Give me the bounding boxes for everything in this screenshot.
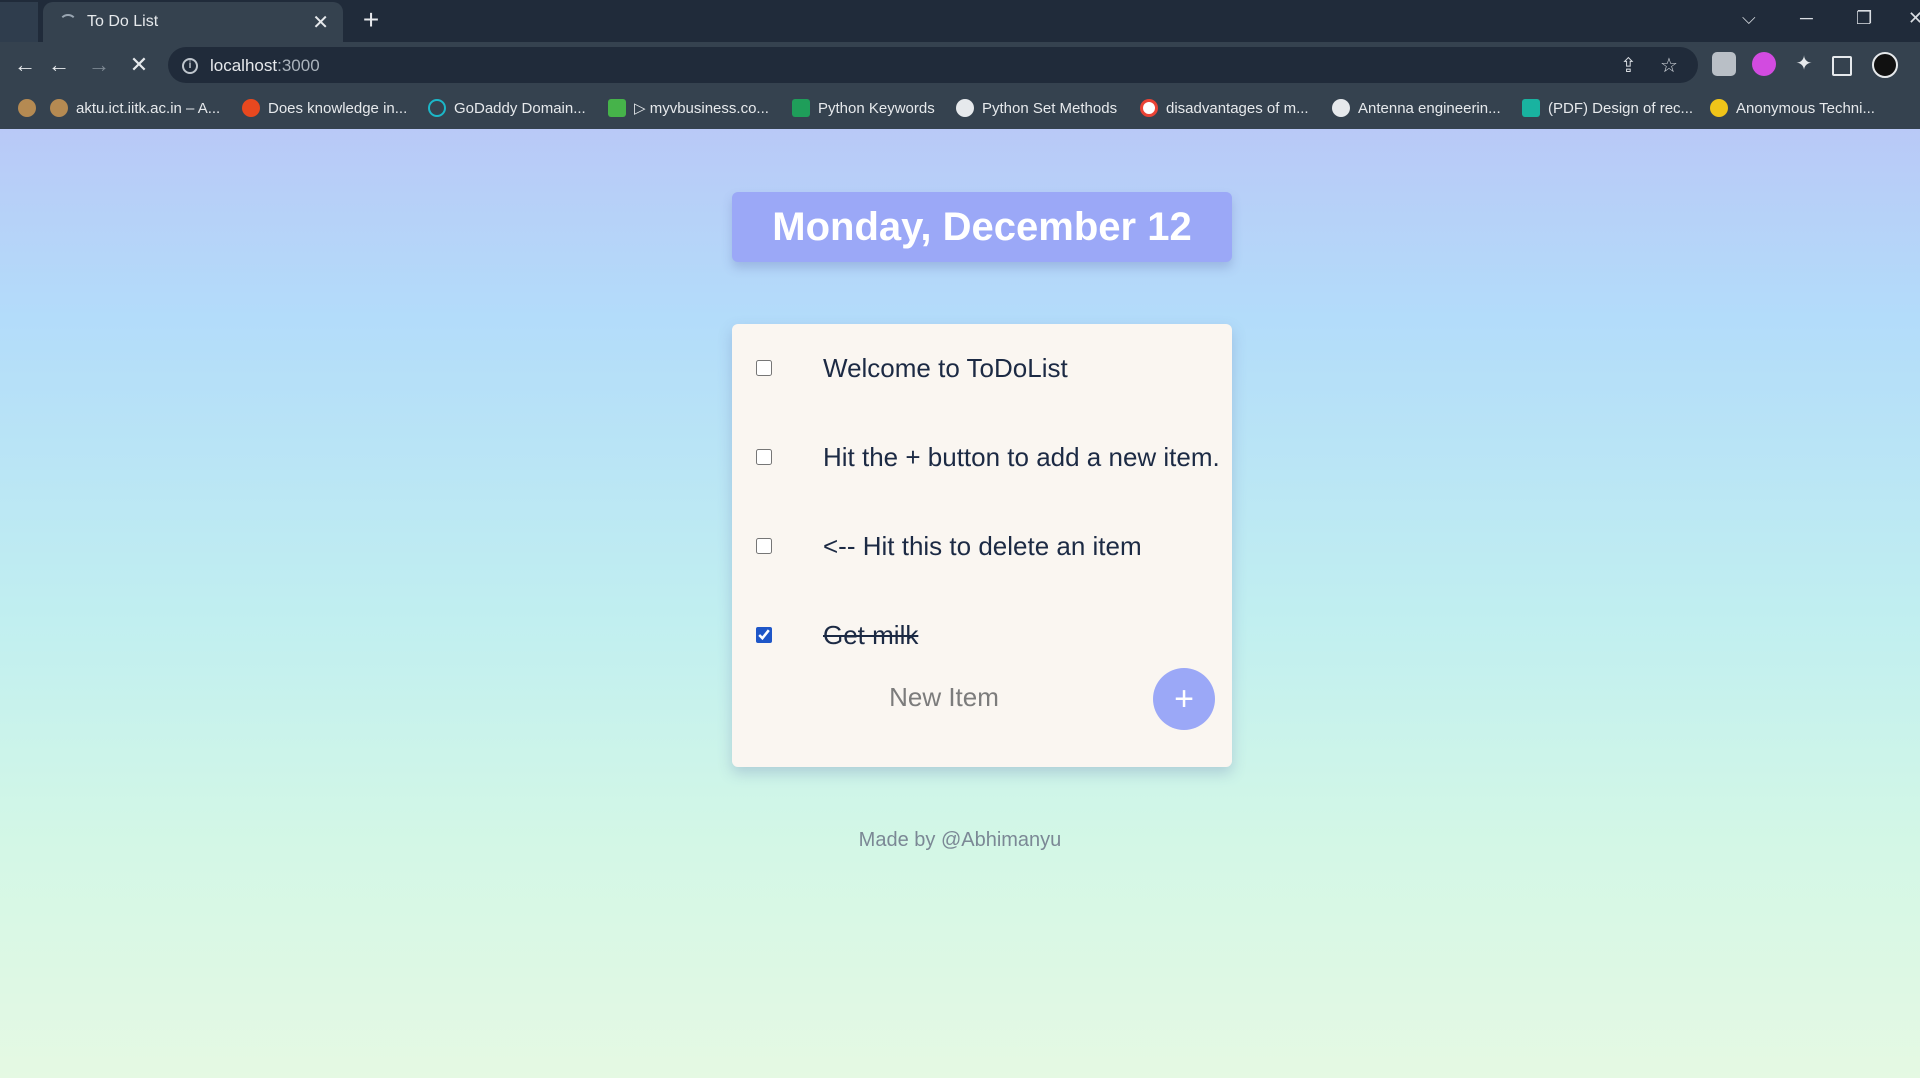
tab-close-icon[interactable]: ✕ [312,10,329,35]
bookmark-label: (PDF) Design of rec... [1548,100,1694,117]
tab-title: To Do List [87,13,159,30]
python-keywords-icon [792,99,810,118]
bookmarks-bar: aktu.ict.iitk.ac.in – A... Does knowledg… [0,89,1920,129]
page-viewport: Monday, December 12 Welcome to ToDoList … [0,129,1920,1078]
extensions-puzzle-icon[interactable]: ✦ [1792,52,1816,76]
todo-checkbox[interactable] [756,538,772,554]
close-window-icon[interactable]: ✕ [1908,8,1920,29]
anonymous-icon [1710,99,1728,118]
date-heading-box: Monday, December 12 [732,192,1232,262]
browser-tab-strip: To Do List ✕ + ⌵ ─ ❐ ✕ [0,0,1920,42]
todo-item: Welcome to ToDoList [732,324,1232,413]
globe-icon [1332,99,1350,118]
share-icon[interactable]: ⇪ [1620,53,1637,78]
browser-toolbar: ← ← → ✕ i localhost:3000 ⇪ ☆ [0,42,1920,89]
bookmark-label: Python Set Methods [982,100,1118,117]
bookmark-label: GoDaddy Domain... [454,100,586,117]
active-tab[interactable]: To Do List ✕ [43,2,343,42]
bookmark-label: Python Keywords [818,100,935,117]
bookmark-label: Anonymous Techni... [1736,100,1875,117]
todo-item-text: Get milk [823,620,919,650]
bookmark-label: aktu.ict.iitk.ac.in – A... [76,100,221,117]
forward-button[interactable]: → [86,52,112,78]
bookmark-item[interactable]: (PDF) Design of rec... [1522,97,1693,121]
bookmark-label: disadvantages of m... [1166,100,1309,117]
side-back-icon[interactable]: ← [12,52,38,78]
todo-checkbox[interactable] [756,627,772,643]
add-item-button[interactable]: + [1153,668,1215,730]
url-port: :3000 [277,56,320,75]
bookmark-icon [50,99,68,118]
footer-credit: Made by @Abhimanyu [858,829,1062,851]
bookmark-label: Antenna engineerin... [1358,100,1501,117]
bookmark-item[interactable]: GoDaddy Domain... [428,97,586,121]
url-host: localhost [210,56,278,75]
bookmark-icon [18,99,36,118]
todo-item-text: Welcome to ToDoList [823,353,1068,383]
todo-checkbox[interactable] [756,449,772,465]
bookmark-item[interactable]: aktu.ict.iitk.ac.in – A... [50,97,220,121]
new-tab-button[interactable]: + [356,6,386,36]
profile-avatar[interactable] [1872,52,1898,78]
new-item-input[interactable] [822,671,1066,723]
bookmark-item[interactable]: Python Set Methods [956,97,1117,121]
bookmark-item[interactable]: disadvantages of m... [1140,97,1309,121]
back-button[interactable]: ← [46,52,72,78]
previous-tab-edge[interactable] [0,2,38,42]
todo-item: Hit the + button to add a new item. [732,413,1232,502]
myvbusiness-icon [608,99,626,118]
bookmark-item[interactable]: Python Keywords [792,97,935,121]
extension-icon[interactable] [1712,52,1736,76]
date-heading: Monday, December 12 [772,205,1192,249]
extension-avatar-icon[interactable] [1752,52,1776,76]
todo-item: <-- Hit this to delete an item [732,502,1232,591]
todo-checkbox[interactable] [756,360,772,376]
bookmark-favicon-icon[interactable] [18,97,44,121]
bookmark-star-icon[interactable]: ☆ [1660,53,1678,78]
bookmark-item[interactable]: Anonymous Techni... [1710,97,1875,121]
minimize-icon[interactable]: ─ [1800,8,1813,29]
reddit-icon [242,99,260,118]
stop-loading-button[interactable]: ✕ [126,52,152,78]
bookmark-label: Does knowledge in... [268,100,408,117]
todo-item-text: <-- Hit this to delete an item [823,531,1142,561]
bookmark-item[interactable]: Does knowledge in... [242,97,407,121]
bookmark-label: ▷ myvbusiness.co... [634,100,769,117]
todo-item-text: Hit the + button to add a new item. [823,442,1220,472]
researchgate-icon [1522,99,1540,118]
google-icon [1140,99,1158,118]
bookmark-item[interactable]: Antenna engineerin... [1332,97,1501,121]
side-panel-icon[interactable] [1832,56,1852,76]
address-bar[interactable]: i localhost:3000 ⇪ ☆ [168,47,1698,83]
loading-spinner-icon [59,14,77,32]
bookmark-item[interactable]: ▷ myvbusiness.co... [608,97,769,121]
url-text[interactable]: localhost:3000 [210,56,320,76]
todo-list-card: Welcome to ToDoList Hit the + button to … [732,324,1232,767]
site-info-icon[interactable]: i [182,58,198,74]
tab-search-icon[interactable]: ⌵ [1742,8,1756,29]
restore-icon[interactable]: ❐ [1856,8,1872,29]
globe-icon [956,99,974,118]
godaddy-icon [428,99,446,118]
todo-item: Get milk [732,591,1232,680]
